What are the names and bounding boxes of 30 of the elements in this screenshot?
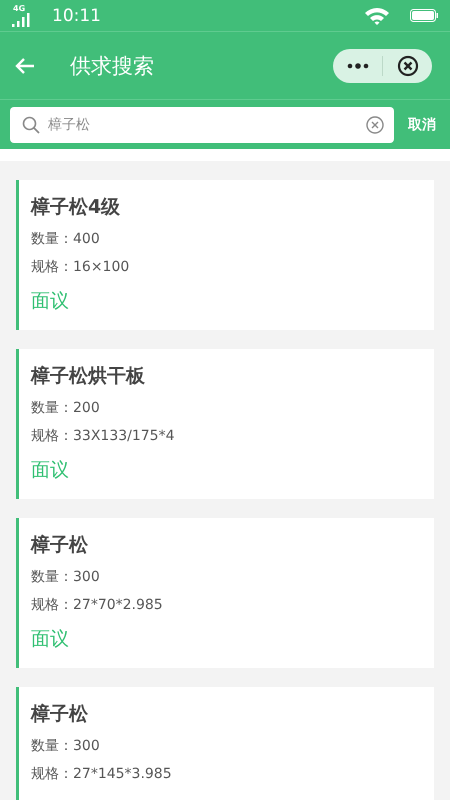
quantity-text: 数量：300 xyxy=(31,737,100,755)
result-card[interactable]: 樟子松 数量：300 规格：27*145*3.985 xyxy=(16,687,434,800)
quantity-text: 数量：300 xyxy=(31,568,100,586)
item-title: 樟子松4级 xyxy=(31,195,120,220)
more-icon xyxy=(346,62,368,68)
price-text: 面议 xyxy=(31,289,69,314)
spec-text: 规格：27*145*3.985 xyxy=(31,765,172,783)
close-icon xyxy=(396,54,418,76)
item-title: 樟子松 xyxy=(31,533,88,558)
item-title: 樟子松 xyxy=(31,702,88,727)
wifi-icon xyxy=(364,6,390,24)
clear-icon[interactable] xyxy=(366,116,384,134)
result-card[interactable]: 樟子松烘干板 数量：200 规格：33X133/175*4 面议 xyxy=(16,349,434,499)
network-type: 4G xyxy=(13,4,26,12)
spec-text: 规格：33X133/175*4 xyxy=(31,427,174,445)
battery-icon xyxy=(410,9,438,22)
spec-text: 规格：27*70*2.985 xyxy=(31,596,163,614)
item-title: 樟子松烘干板 xyxy=(31,364,145,389)
spec-text: 规格：16×100 xyxy=(31,258,130,276)
price-text: 面议 xyxy=(31,627,69,652)
result-card[interactable]: 樟子松4级 数量：400 规格：16×100 面议 xyxy=(16,180,434,330)
quantity-text: 数量：200 xyxy=(31,399,100,417)
search-input[interactable]: 樟子松 xyxy=(48,116,358,132)
page-title: 供求搜索 xyxy=(70,52,154,80)
quantity-text: 数量：400 xyxy=(31,230,100,248)
status-time: 10:11 xyxy=(52,6,101,26)
result-card[interactable]: 樟子松 数量：300 规格：27*70*2.985 面议 xyxy=(16,518,434,668)
price-text: 面议 xyxy=(31,458,69,483)
search-field[interactable]: 樟子松 xyxy=(10,106,394,142)
search-icon xyxy=(22,116,40,134)
